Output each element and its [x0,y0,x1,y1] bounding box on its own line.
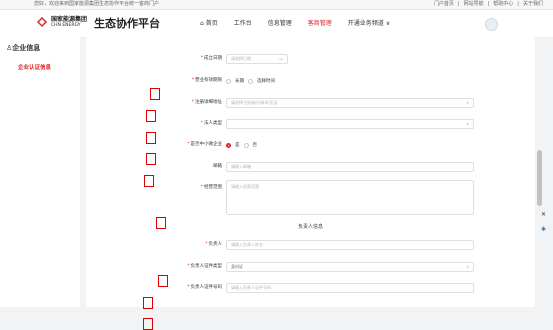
main-nav: ⌂ 首页 工作台 信息管理 客商管理 开通业务频道 ∨ [200,19,406,28]
business-scope-textarea[interactable]: 请输入经营范围 [226,180,474,215]
field-label: *成立日期 [200,56,222,61]
valid-period-radio-group: 长期 选择时间 [226,74,275,88]
field-label: 邮箱 [213,164,222,169]
company-logo-icon[interactable] [36,16,48,28]
sidebar: ♙企业信息 企业认证信息 [0,37,80,307]
nav-info-management[interactable]: 信息管理 [268,19,292,28]
id-number-field[interactable]: 请输入负责人证件号码 [226,283,474,293]
radio-long-term[interactable] [226,78,231,84]
link-about[interactable]: 关于我们 [523,0,543,9]
section-title: 负责人信息 [297,224,323,230]
establish-date-picker[interactable]: 请选择日期 ▭ [226,54,288,64]
avatar[interactable] [485,18,498,31]
row-sme: *是否中小微企业 是 否 [86,138,535,152]
nav-merchant-management[interactable]: 客商管理 [308,19,332,28]
row-legal-type: *法人类型 ∨ [86,117,535,131]
chevron-down-icon: ∨ [466,121,469,126]
radio-select-time[interactable] [248,78,253,84]
nav-open-business-channel[interactable]: 开通业务频道 ∨ [348,19,390,28]
divider: | [487,1,490,7]
nav-home[interactable]: ⌂ 首页 [200,19,218,28]
row-id-number: *负责人证件号码 请输入负责人证件号码 [86,281,535,295]
link-site-nav[interactable]: 网站导航 [464,0,484,9]
form-panel: *成立日期 请选择日期 ▭ *营业有效期限 长期 选择时间 *注册详细地址 请选择… [86,37,535,330]
row-id-type: *负责人证件类型 身份证 ∨ [86,260,535,274]
sme-radio-group: 是 否 [226,138,257,152]
sidebar-item-enterprise-auth[interactable]: 企业认证信息 [18,63,51,71]
radio-yes[interactable] [226,142,231,148]
header: 国家能源集团 CHN ENERGY 生态协作平台 ⌂ 首页 工作台 信息管理 客… [0,10,553,38]
logo-text-cn: 国家能源集团 [51,16,88,23]
id-type-select[interactable]: 身份证 ∨ [226,262,474,272]
field-label: *经营范围 [200,185,222,190]
top-bar: 您好，欢迎来到国家能源集团生态协作平台统一客商门户 门户首页 | 网站导航 | … [0,0,553,10]
divider: | [517,1,519,7]
reg-address-select[interactable]: 请选择注册省份/城市/区县 ∨ [226,98,474,108]
person-name-field[interactable]: 请输入负责人姓名 [226,240,474,250]
link-portal-home[interactable]: 门户首页 [434,0,454,9]
platform-title: 生态协作平台 [94,17,160,30]
row-reg-address: *注册详细地址 请选择注册省份/城市/区县 ∨ [86,96,535,110]
row-establish-date: *成立日期 请选择日期 ▭ [86,52,535,66]
sidebar-title: ♙企业信息 [6,44,41,52]
divider: | [457,1,460,7]
row-email: 邮箱 请输入邮箱 [86,160,535,174]
highlight-box [143,297,153,309]
highlight-box [143,318,153,330]
email-field[interactable]: 请输入邮箱 [226,162,474,172]
scrollbar-thumb[interactable] [537,150,542,206]
legal-type-select[interactable]: ∨ [226,119,474,129]
field-label: *是否中小微企业 [187,142,222,147]
row-person: *负责人 请输入负责人姓名 [86,238,535,252]
field-label: *注册详细地址 [191,100,222,105]
field-label: *负责人证件类型 [187,264,222,269]
field-label: *营业有效期限 [191,78,222,83]
welcome-text: 您好，欢迎来到国家能源集团生态协作平台统一客商门户 [34,1,160,7]
share-icon[interactable]: ✕ [541,211,546,218]
logo-text-en: CHN ENERGY [51,23,81,28]
row-valid-period: *营业有效期限 长期 选择时间 [86,74,535,88]
link-help[interactable]: 帮助中心 [493,0,513,9]
field-label: *负责人 [205,242,222,247]
calendar-icon: ▭ [279,56,283,61]
nav-workbench[interactable]: 工作台 [234,19,252,28]
top-links: 门户首页 | 网站导航 | 帮助中心 | 关于我们 [434,0,543,9]
field-label: *法人类型 [200,121,222,126]
customer-service-icon[interactable]: ✱ [541,226,546,233]
chevron-down-icon: ∨ [466,264,469,269]
radio-no[interactable] [243,142,249,148]
field-label: *负责人证件号码 [187,285,222,290]
chevron-down-icon: ∨ [466,100,469,105]
